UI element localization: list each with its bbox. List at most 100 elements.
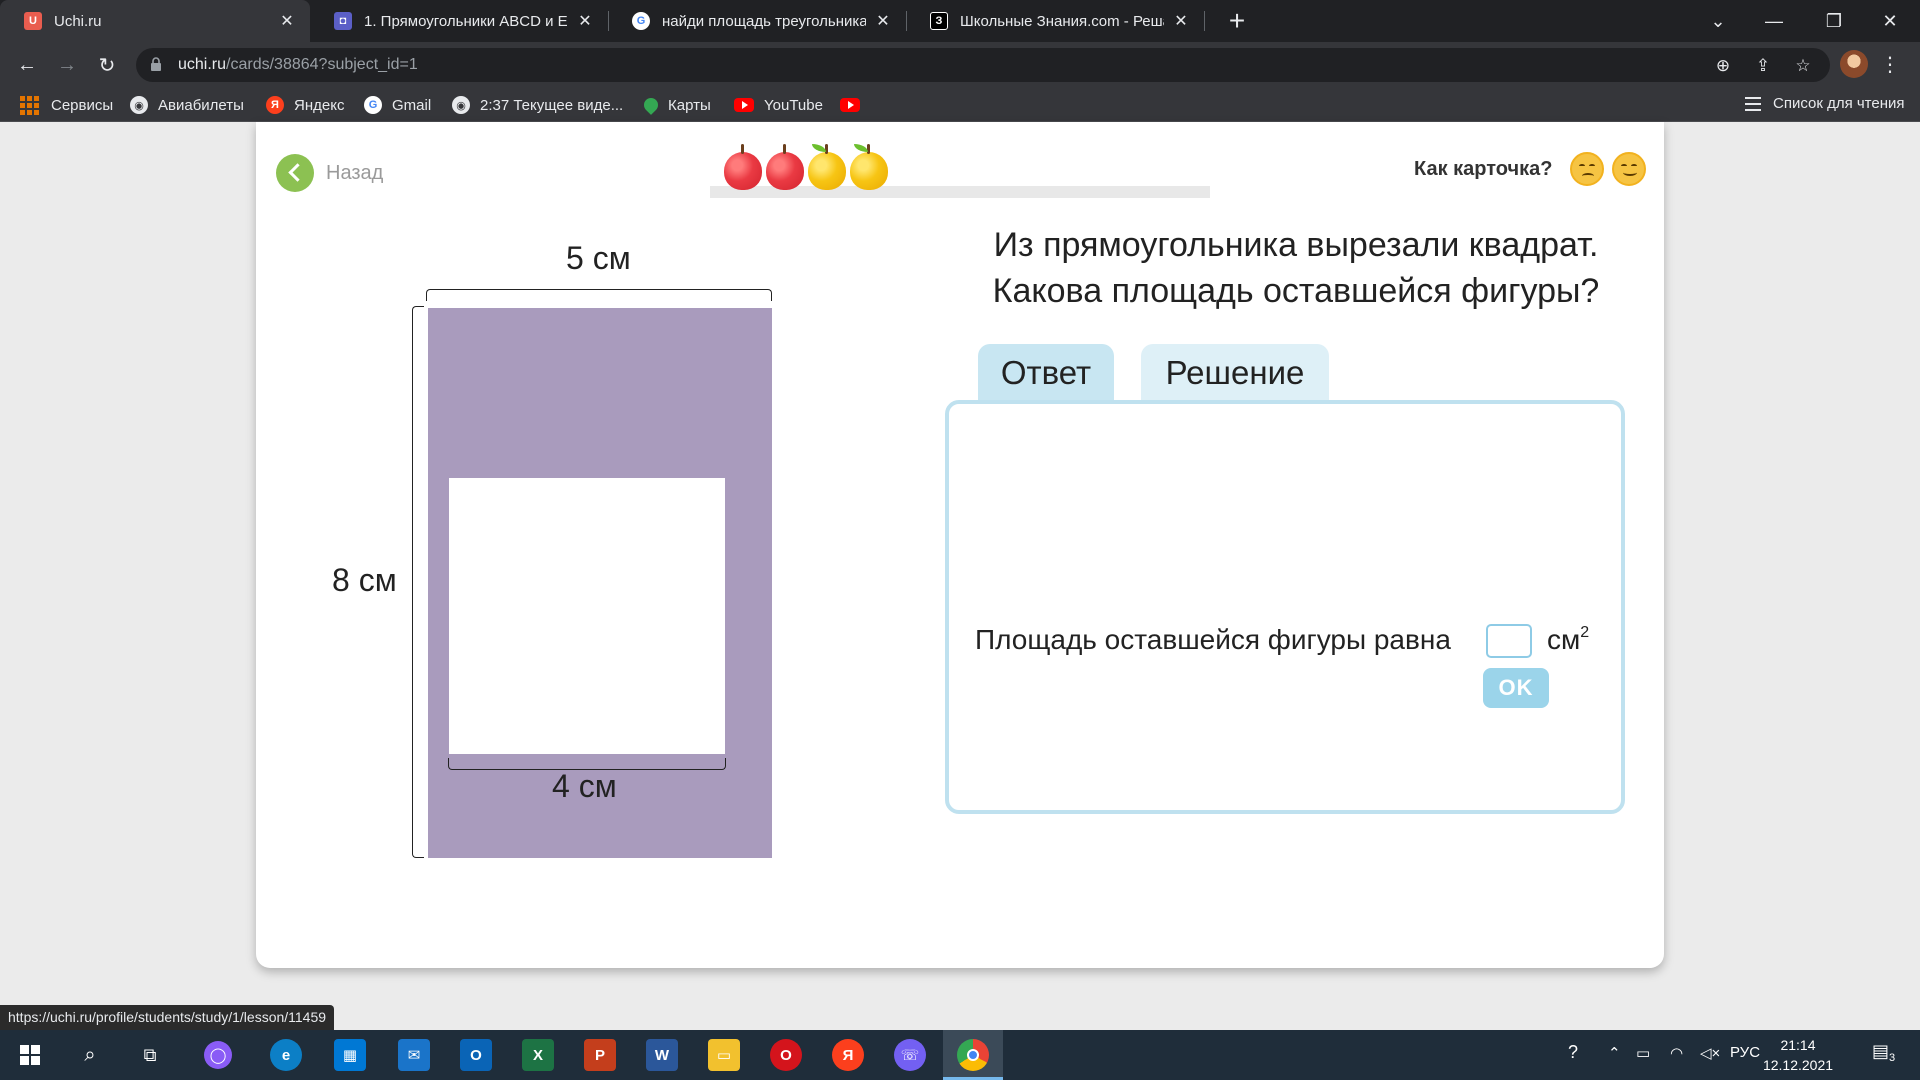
- mail-icon[interactable]: ✉: [398, 1039, 430, 1071]
- search-icon[interactable]: ⌕: [74, 1039, 106, 1071]
- url-host: uchi.ru: [178, 56, 227, 73]
- happy-face-icon[interactable]: [1612, 152, 1647, 186]
- notification-count: 3: [1889, 1052, 1896, 1064]
- tab-google-search[interactable]: G найди площадь треугольника - ✕: [608, 0, 906, 42]
- network-icon[interactable]: ◠: [1670, 1044, 1683, 1062]
- unit-superscript: 2: [1580, 624, 1590, 641]
- restore-icon[interactable]: ❐: [1806, 0, 1862, 42]
- bookmark-current-video[interactable]: ◉ 2:37 Текущее виде...: [452, 95, 623, 115]
- share-icon[interactable]: ⇪: [1752, 55, 1774, 77]
- answer-prompt: Площадь оставшейся фигуры равна: [975, 624, 1451, 655]
- top-bracket: [426, 289, 772, 301]
- bookmark-maps[interactable]: Карты: [641, 95, 711, 115]
- bookmark-label: Gmail: [392, 96, 432, 114]
- reading-list[interactable]: Список для чтения: [1745, 95, 1905, 112]
- reload-icon[interactable]: ↻: [92, 50, 122, 80]
- answer-input[interactable]: [1486, 624, 1532, 658]
- tab-solution[interactable]: Решение: [1141, 344, 1329, 402]
- tab-rectangles[interactable]: ◘ 1. Прямоугольники ABCD и EBC ✕: [310, 0, 608, 42]
- profile-avatar[interactable]: [1840, 50, 1868, 78]
- close-icon[interactable]: ✕: [874, 11, 892, 31]
- bookmark-flights[interactable]: ◉ Авиабилеты: [130, 95, 244, 115]
- tab-search-chevron-icon[interactable]: ⌄: [1690, 0, 1746, 42]
- battery-icon[interactable]: ▭: [1636, 1044, 1650, 1062]
- file-explorer-icon[interactable]: ▭: [708, 1039, 740, 1071]
- new-tab-plus-icon[interactable]: +: [1222, 6, 1252, 36]
- notifications-icon[interactable]: ▤: [1872, 1041, 1889, 1062]
- edge-icon[interactable]: e: [270, 1039, 302, 1071]
- reading-list-icon: [1745, 96, 1761, 111]
- clock[interactable]: 21:14 12.12.2021: [1758, 1035, 1838, 1075]
- youtube-icon: [840, 98, 860, 112]
- zoom-icon[interactable]: ⊕: [1712, 55, 1734, 77]
- back-button[interactable]: Назад: [276, 154, 383, 192]
- url-text[interactable]: uchi.ru/cards/38864?subject_id=1: [178, 56, 418, 74]
- globe-icon: ◉: [130, 96, 148, 114]
- bookmark-gmail[interactable]: G Gmail: [364, 95, 431, 115]
- task-card: Назад Как карточка? 5 см 8 см 4 см Из пр…: [256, 122, 1664, 968]
- znanija-favicon-icon: З: [930, 12, 948, 30]
- word-icon[interactable]: W: [646, 1039, 678, 1071]
- question-line-1: Из прямоугольника вырезали квадрат.: [993, 226, 1599, 264]
- minimize-icon[interactable]: —: [1746, 0, 1802, 42]
- bookmark-label: 2:37 Текущее виде...: [480, 96, 624, 114]
- help-icon[interactable]: ?: [1568, 1042, 1578, 1063]
- google-favicon-icon: G: [632, 12, 650, 30]
- bookmark-youtube[interactable]: YouTube: [734, 95, 823, 115]
- google-icon: G: [364, 96, 382, 114]
- opera-icon[interactable]: O: [770, 1039, 802, 1071]
- bookmark-star-icon[interactable]: ☆: [1792, 55, 1814, 77]
- left-bracket: [412, 306, 424, 858]
- apple-yellow-icon: [850, 144, 888, 190]
- browser-toolbar: ← → ↻ uchi.ru/cards/38864?subject_id=1 ⊕…: [0, 42, 1920, 88]
- yandex-browser-icon[interactable]: Я: [832, 1039, 864, 1071]
- alice-icon[interactable]: ◯: [204, 1041, 232, 1069]
- windows-start-icon[interactable]: [14, 1039, 46, 1071]
- bookmark-label: Яндекс: [294, 96, 345, 114]
- tab-title: Школьные Знания.com - Решае: [960, 12, 1164, 30]
- store-icon[interactable]: ▦: [334, 1039, 366, 1071]
- window-close-icon[interactable]: ✕: [1862, 0, 1918, 42]
- close-icon[interactable]: ✕: [278, 11, 296, 31]
- viber-icon[interactable]: ☏: [894, 1039, 926, 1071]
- back-label: Назад: [326, 161, 384, 184]
- ok-button[interactable]: OK: [1483, 668, 1549, 708]
- tab-strip: U Uchi.ru ✕ ◘ 1. Прямоугольники ABCD и E…: [0, 0, 1920, 42]
- windows-taskbar: ⌕ ⧉ ◯ e ▦ ✉ O X P W ▭ O Я ☏ ? ⌃ ▭ ◠ ◁× Р…: [0, 1030, 1920, 1080]
- sad-face-icon[interactable]: [1570, 152, 1605, 186]
- page-content: Назад Как карточка? 5 см 8 см 4 см Из пр…: [0, 122, 1920, 1030]
- bookmark-services[interactable]: Сервисы: [20, 95, 113, 115]
- bookmark-yandex[interactable]: Я Яндекс: [266, 95, 344, 115]
- rate-label: Как карточка?: [1414, 157, 1553, 180]
- tab-divider: [1204, 11, 1205, 31]
- menu-kebab-icon[interactable]: ⋮: [1880, 50, 1900, 80]
- bookmark-label: YouTube: [764, 96, 823, 114]
- tray-chevron-up-icon[interactable]: ⌃: [1608, 1044, 1621, 1062]
- close-icon[interactable]: ✕: [1172, 11, 1190, 31]
- outlook-icon[interactable]: O: [460, 1039, 492, 1071]
- close-icon[interactable]: ✕: [576, 11, 594, 31]
- reading-list-label: Список для чтения: [1773, 95, 1905, 112]
- chrome-icon[interactable]: [957, 1039, 989, 1071]
- address-bar[interactable]: uchi.ru/cards/38864?subject_id=1 ⊕ ⇪ ☆: [136, 48, 1830, 82]
- powerpoint-icon[interactable]: P: [584, 1039, 616, 1071]
- bookmark-label: Сервисы: [51, 96, 114, 114]
- tab-uchi[interactable]: U Uchi.ru ✕: [0, 0, 310, 42]
- tab-answer[interactable]: Ответ: [978, 344, 1114, 402]
- apple-red-icon: [724, 144, 762, 190]
- back-arrow-icon[interactable]: ←: [12, 50, 42, 80]
- globe-icon: ◉: [452, 96, 470, 114]
- answer-panel: Площадь оставшейся фигуры равна см2 OK: [945, 400, 1625, 814]
- task-view-icon[interactable]: ⧉: [134, 1039, 166, 1071]
- yandex-icon: Я: [266, 96, 284, 114]
- unit-text: см: [1547, 624, 1581, 655]
- bookmark-youtube-2[interactable]: [840, 95, 870, 115]
- forward-arrow-icon[interactable]: →: [52, 50, 82, 80]
- status-bar-url: https://uchi.ru/profile/students/study/1…: [0, 1005, 335, 1030]
- volume-muted-icon[interactable]: ◁×: [1700, 1044, 1720, 1062]
- excel-icon[interactable]: X: [522, 1039, 554, 1071]
- cut-out-square: [449, 478, 725, 754]
- language-indicator[interactable]: РУС: [1730, 1044, 1760, 1061]
- tab-znanija[interactable]: З Школьные Знания.com - Решае ✕: [906, 0, 1204, 42]
- youtube-icon: [734, 98, 754, 112]
